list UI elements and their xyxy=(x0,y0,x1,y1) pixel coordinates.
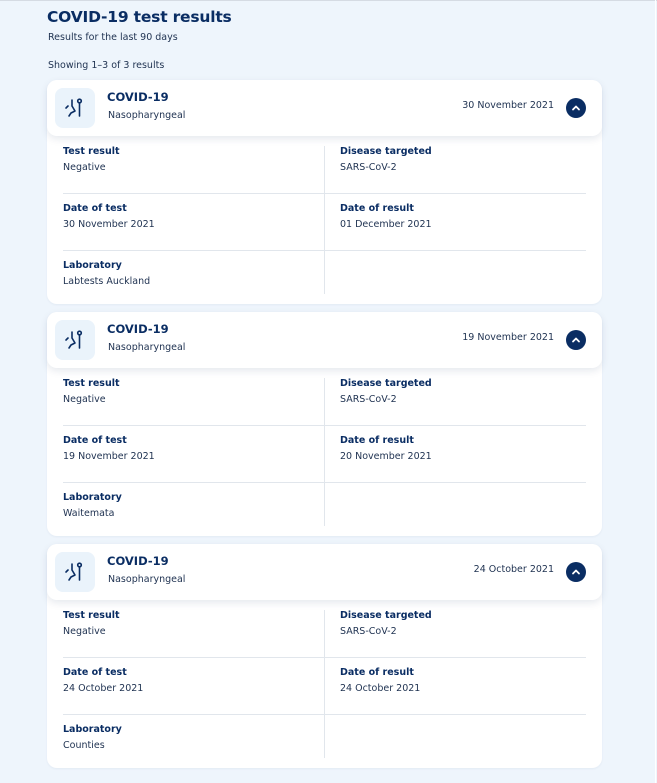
result-date: 24 October 2021 xyxy=(473,564,554,575)
label-laboratory: Laboratory xyxy=(63,724,122,735)
value-date-of-result: 20 November 2021 xyxy=(340,451,432,462)
nasal-swab-icon xyxy=(55,88,95,128)
results-page: COVID-19 test results Results for the la… xyxy=(47,0,603,768)
detail-row: Test result Negative Disease targeted SARS… xyxy=(63,368,586,426)
result-card: COVID-19 Nasopharyngeal 30 November 2021… xyxy=(47,80,602,304)
detail-row: Date of test 19 November 2021 Date of res… xyxy=(63,425,586,483)
label-date-of-result: Date of result xyxy=(340,435,414,446)
label-date-of-result: Date of result xyxy=(340,667,414,678)
detail-row: Date of test 24 October 2021 Date of resu… xyxy=(63,657,586,715)
result-details: Test result Negative Disease targeted SARS… xyxy=(63,600,586,758)
collapse-button[interactable] xyxy=(566,330,586,350)
sample-type: Nasopharyngeal xyxy=(108,110,186,121)
label-disease-targeted: Disease targeted xyxy=(340,146,432,157)
chevron-up-icon xyxy=(572,569,580,575)
result-details: Test result Negative Disease targeted SARS… xyxy=(63,368,586,526)
value-date-of-test: 30 November 2021 xyxy=(63,219,155,230)
results-count: Showing 1–3 of 3 results xyxy=(48,60,165,71)
value-disease-targeted: SARS-CoV-2 xyxy=(340,394,397,405)
label-test-result: Test result xyxy=(63,146,120,157)
result-title: COVID-19 xyxy=(107,554,169,568)
collapse-button[interactable] xyxy=(566,562,586,582)
value-disease-targeted: SARS-CoV-2 xyxy=(340,626,397,637)
result-card-header[interactable]: COVID-19 Nasopharyngeal 24 October 2021 xyxy=(47,544,602,600)
page-subtitle: Results for the last 90 days xyxy=(48,32,178,43)
label-disease-targeted: Disease targeted xyxy=(340,610,432,621)
value-date-of-result: 24 October 2021 xyxy=(340,683,421,694)
result-title: COVID-19 xyxy=(107,90,169,104)
sample-type: Nasopharyngeal xyxy=(108,342,186,353)
detail-row: Test result Negative Disease targeted SARS… xyxy=(63,136,586,194)
label-date-of-test: Date of test xyxy=(63,203,127,214)
label-laboratory: Laboratory xyxy=(63,260,122,271)
result-details: Test result Negative Disease targeted SARS… xyxy=(63,136,586,294)
label-test-result: Test result xyxy=(63,610,120,621)
label-date-of-result: Date of result xyxy=(340,203,414,214)
value-test-result: Negative xyxy=(63,394,106,405)
result-card-header[interactable]: COVID-19 Nasopharyngeal 19 November 2021 xyxy=(47,312,602,368)
value-laboratory: Counties xyxy=(63,740,105,751)
detail-row: Laboratory Waitemata xyxy=(63,482,586,539)
value-test-result: Negative xyxy=(63,162,106,173)
value-date-of-test: 24 October 2021 xyxy=(63,683,144,694)
result-card: COVID-19 Nasopharyngeal 24 October 2021 … xyxy=(47,544,602,768)
detail-row: Laboratory Counties xyxy=(63,714,586,771)
detail-row: Date of test 30 November 2021 Date of res… xyxy=(63,193,586,251)
result-card: COVID-19 Nasopharyngeal 19 November 2021… xyxy=(47,312,602,536)
detail-row: Laboratory Labtests Auckland xyxy=(63,250,586,307)
label-disease-targeted: Disease targeted xyxy=(340,378,432,389)
result-card-header[interactable]: COVID-19 Nasopharyngeal 30 November 2021 xyxy=(47,80,602,136)
label-laboratory: Laboratory xyxy=(63,492,122,503)
collapse-button[interactable] xyxy=(566,98,586,118)
page-title: COVID-19 test results xyxy=(47,8,232,26)
chevron-up-icon xyxy=(572,105,580,111)
label-date-of-test: Date of test xyxy=(63,667,127,678)
nasal-swab-icon xyxy=(55,552,95,592)
sample-type: Nasopharyngeal xyxy=(108,574,186,585)
value-laboratory: Waitemata xyxy=(63,508,115,519)
value-test-result: Negative xyxy=(63,626,106,637)
chevron-up-icon xyxy=(572,337,580,343)
label-test-result: Test result xyxy=(63,378,120,389)
value-date-of-result: 01 December 2021 xyxy=(340,219,432,230)
nasal-swab-icon xyxy=(55,320,95,360)
value-laboratory: Labtests Auckland xyxy=(63,276,151,287)
value-disease-targeted: SARS-CoV-2 xyxy=(340,162,397,173)
result-title: COVID-19 xyxy=(107,322,169,336)
value-date-of-test: 19 November 2021 xyxy=(63,451,155,462)
result-date: 30 November 2021 xyxy=(462,100,554,111)
right-edge xyxy=(655,0,656,783)
label-date-of-test: Date of test xyxy=(63,435,127,446)
detail-row: Test result Negative Disease targeted SARS… xyxy=(63,600,586,658)
result-date: 19 November 2021 xyxy=(462,332,554,343)
